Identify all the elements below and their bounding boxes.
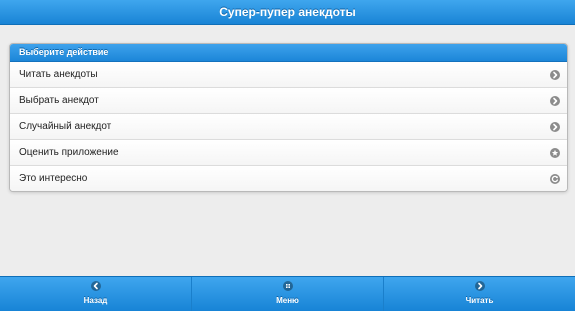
list-item-interesting[interactable]: Это интересно bbox=[10, 165, 567, 191]
page-title: Супер-пупер анекдоты bbox=[219, 5, 356, 19]
back-button-label: Назад bbox=[83, 296, 108, 305]
menu-button[interactable]: Меню bbox=[191, 277, 383, 311]
list-item-random-joke[interactable]: Случайный анекдот bbox=[10, 113, 567, 139]
arrow-right-icon bbox=[550, 70, 560, 80]
arrow-right-icon bbox=[474, 281, 485, 291]
refresh-icon bbox=[550, 174, 560, 184]
arrow-left-icon bbox=[90, 281, 101, 291]
list-item-choose-joke[interactable]: Выбрать анекдот bbox=[10, 87, 567, 113]
list-item-read-jokes[interactable]: Читать анекдоты bbox=[10, 62, 567, 87]
list-divider: Выберите действие bbox=[10, 44, 567, 62]
arrow-right-icon bbox=[550, 96, 560, 106]
list-item-label: Читать анекдоты bbox=[19, 69, 98, 80]
app-header: Супер-пупер анекдоты bbox=[0, 0, 575, 25]
list-item-rate-app[interactable]: Оценить приложение bbox=[10, 139, 567, 165]
back-button[interactable]: Назад bbox=[0, 277, 191, 311]
read-button-label: Читать bbox=[465, 296, 494, 305]
list-item-label: Выбрать анекдот bbox=[19, 95, 99, 106]
read-button[interactable]: Читать bbox=[383, 277, 575, 311]
grid-icon bbox=[282, 281, 293, 291]
arrow-right-icon bbox=[550, 122, 560, 132]
action-list: Выберите действие Читать анекдоты Выбрат… bbox=[9, 43, 568, 192]
footer-navbar: Назад Меню Читать bbox=[0, 276, 575, 311]
menu-button-label: Меню bbox=[276, 296, 299, 305]
list-item-label: Случайный анекдот bbox=[19, 121, 112, 132]
list-item-label: Это интересно bbox=[19, 173, 88, 184]
list-item-label: Оценить приложение bbox=[19, 147, 119, 158]
star-icon bbox=[550, 148, 560, 158]
